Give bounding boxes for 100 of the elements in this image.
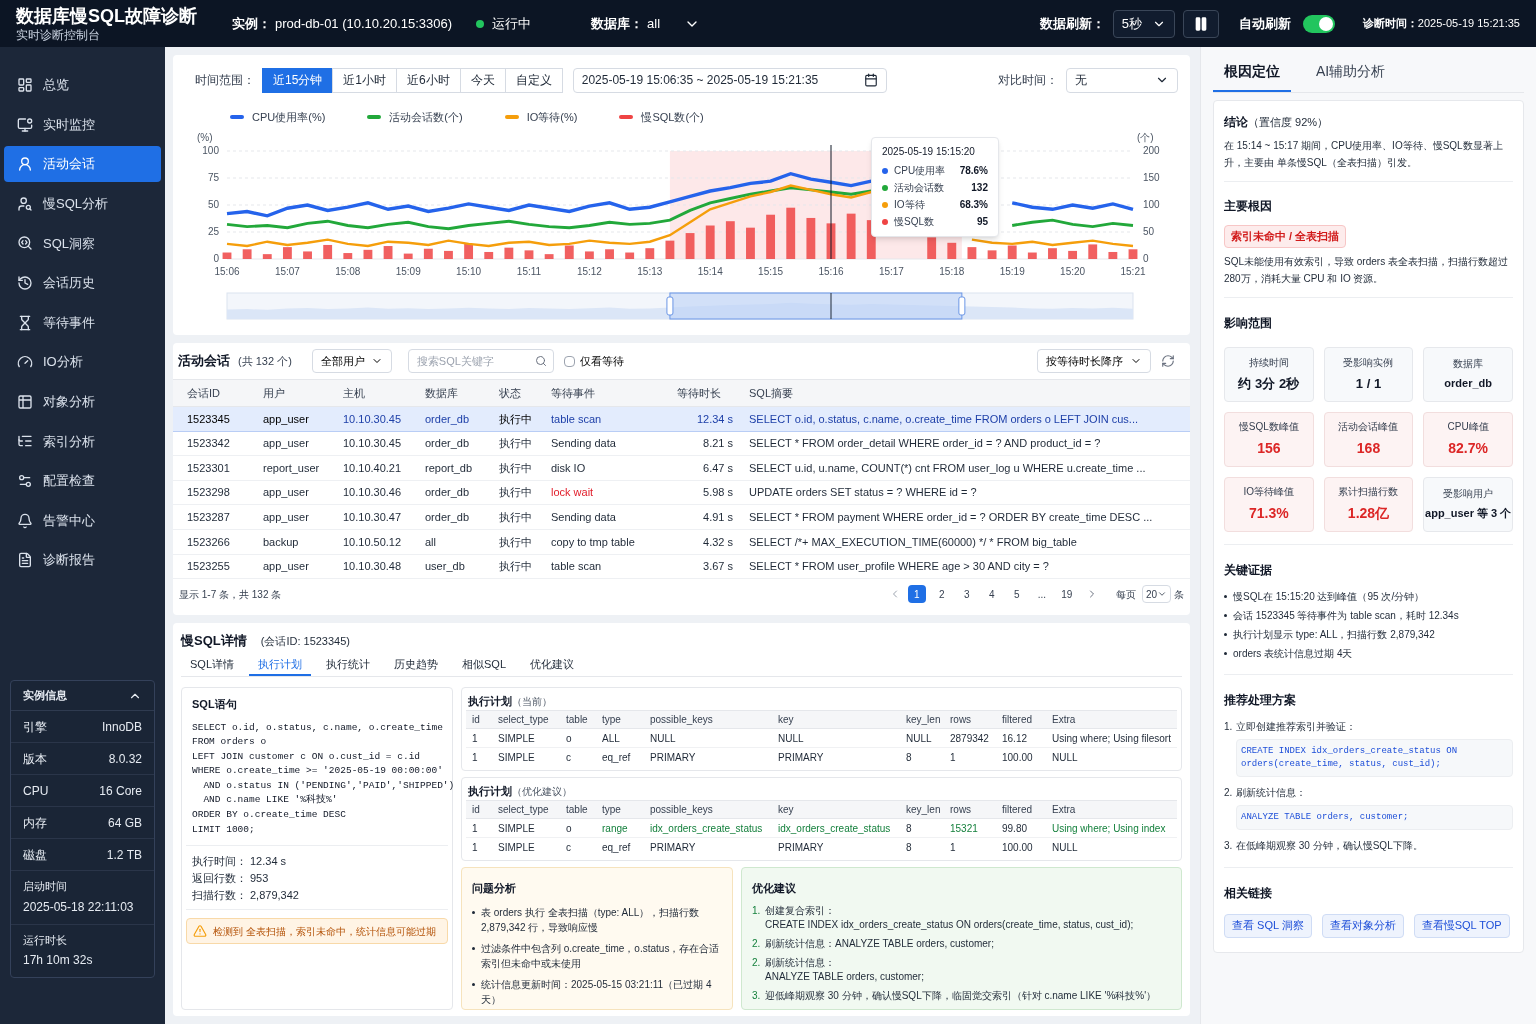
analysis-tab[interactable]: 根因定位 — [1213, 52, 1291, 92]
table-cell-text: PRIMARY — [650, 751, 697, 765]
database-select[interactable]: 数据库： all — [591, 13, 701, 34]
table-cell-text: 1523266 — [187, 534, 231, 550]
section-title: 关键证据 — [1224, 562, 1272, 577]
nav-item[interactable]: 活动会话 — [4, 146, 161, 183]
table-row[interactable]: 1523266 backup 10.10.50.12 all 执行中 copy to tmp table 4.32 s SELECT /*+ MAX_EXECUTION_TIME(60000) */ * FROM big_table — [173, 529, 1190, 555]
time-range-tab[interactable]: 今天 — [459, 67, 506, 93]
app-title: 数据库慢SQL故障诊断 — [16, 4, 198, 27]
info-label: 内存 — [23, 814, 47, 832]
related-link-button[interactable]: 查看对象分析 — [1321, 913, 1404, 938]
refresh-interval-select[interactable]: 5秒 — [1112, 9, 1175, 38]
page-button[interactable]: ... — [1032, 585, 1051, 604]
per-page-select[interactable]: 20 — [1141, 585, 1171, 604]
panel-title: 慢SQL详情 — [181, 632, 247, 651]
table-cell-text: app_user — [263, 411, 310, 427]
table-cell-text: 15321 — [950, 821, 979, 836]
step-text: 迎低峰期观察 30 分钟，确认慢SQL下降，临固觉交索引（针对 c.name LIKE '%科技%'） — [765, 989, 1157, 1003]
nav-item[interactable]: 等待事件 — [4, 304, 161, 341]
nav-item[interactable]: 配置检查 — [4, 462, 161, 499]
nav-item[interactable]: 慢SQL分析 — [4, 185, 161, 222]
table-row[interactable]: 1523255 app_user 10.10.30.48 user_db 执行中 table scan 3.67 s SELECT * FROM user_profile WHERE age > 30 AND city = ? — [173, 554, 1190, 580]
table-row[interactable]: 1523298 app_user 10.10.30.46 order_db 执行中 lock wait 5.98 s UPDATE orders SET status = ? WHERE id = ? — [173, 480, 1190, 506]
section-title: 推荐处理方案 — [1224, 692, 1296, 707]
detail-tab[interactable]: 优化建议 — [521, 654, 584, 676]
table-cell-text: 执行中 — [499, 460, 533, 476]
x-tick-label: 15:11 — [516, 266, 542, 277]
nav-item[interactable]: 会话历史 — [4, 264, 161, 301]
related-link-button[interactable]: 查看 SQL 洞察 — [1224, 913, 1312, 938]
table-cell-text: 10.10.50.12 — [343, 534, 403, 550]
step-number: 3. — [1224, 838, 1234, 853]
wait-only-checkbox[interactable]: 仅看等待 — [563, 352, 624, 370]
plan-title: 执行计划 — [468, 783, 512, 799]
page-button[interactable]: 1 — [907, 585, 926, 604]
table-cell-text: 100.00 — [1002, 751, 1034, 765]
page-button[interactable]: 5 — [1007, 585, 1026, 604]
analysis-text: 表 orders 执行 全表扫描（type: ALL），扫描行数 2,879,342 行，导致响应慢 — [481, 906, 701, 935]
legend-label: 慢SQL数(个) — [641, 109, 704, 125]
detail-tab[interactable]: 相似SQL — [453, 654, 516, 676]
nav-item[interactable]: 告警中心 — [4, 502, 161, 539]
page-button[interactable]: 2 — [932, 585, 951, 604]
evidence-text: 会话 1523345 等待事件为 table scan，耗时 12.34s — [1233, 608, 1459, 623]
tile-label: 数据库 — [1453, 357, 1484, 372]
analysis-tab[interactable]: AI辅助分析 — [1305, 52, 1397, 92]
table-row[interactable]: 1523342 app_user 10.10.30.45 order_db 执行中 Sending data 8.21 s SELECT * FROM order_detail WHERE order_id = ? AND product_id = ? — [173, 431, 1190, 457]
table-cell-text: NULL — [778, 731, 805, 746]
column-header: filtered — [1002, 803, 1033, 817]
table-cell-text: SELECT /*+ MAX_EXECUTION_TIME(60000) */ * FROM big_table — [749, 534, 1078, 550]
sql-search-field[interactable]: 搜索SQL关键字 — [407, 349, 554, 373]
step-number: 2. — [1224, 785, 1234, 800]
table-cell-text: disk IO — [551, 460, 587, 476]
table-cell-text: SELECT * FROM payment WHERE order_id = ? ORDER BY create_time DESC ... — [749, 509, 1154, 525]
nav-item[interactable]: 诊断报告 — [4, 542, 161, 579]
table-row[interactable]: 1523301 report_user 10.10.40.21 report_db 执行中 disk IO 6.47 s SELECT u.id, u.name, COUNT(*) cnt FROM user_log u WHERE u.create_time ... — [173, 456, 1190, 481]
table-row[interactable]: 1523345 app_user 10.10.30.45 order_db 执行中 table scan 12.34 s SELECT o.id, o.status, c.name, o.create_time FROM orders o LEFT JOIN cus... — [173, 407, 1190, 432]
compare-select[interactable]: 无 — [1066, 67, 1178, 93]
table-cell-text: 99.80 — [1002, 821, 1029, 836]
diagnosis-time: 2025-05-19 15:21:35 — [1417, 16, 1520, 32]
sql-code: SELECT o.id, o.status, c.name, o.create_time FROM orders o LEFT JOIN customer c ON o.cust_id = c.id WHERE o.create_time >= '2025-05-19 00:00:00' AND o.status IN ('PENDING','PAID','SHIPPED') AND c.name LIKE '%科技%' ORDER BY o.create_time DESC LIMIT 1000; — [191, 720, 452, 837]
tile-value: 82.7% — [1448, 439, 1488, 458]
step-text: 立即创建推荐索引并验证： — [1236, 719, 1356, 734]
time-range-tab[interactable]: 近15分钟 — [262, 67, 334, 93]
tile-label: IO等待峰值 — [1243, 485, 1295, 499]
column-header: key_len — [906, 713, 942, 727]
page-button[interactable]: 4 — [982, 585, 1001, 604]
detail-tab[interactable]: 执行统计 — [317, 654, 379, 676]
column-header: select_type — [498, 713, 550, 727]
nav-item[interactable]: 实时监控 — [4, 106, 161, 143]
sort-select[interactable]: 按等待时长降序 — [1037, 349, 1151, 373]
related-link-button[interactable]: 查看慢SQL TOP — [1413, 913, 1510, 938]
table-cell-text: idx_orders_create_status — [650, 821, 764, 836]
nav-item[interactable]: 索引分析 — [4, 423, 161, 460]
column-header: 主机 — [343, 385, 366, 401]
x-tick-label: 15:21 — [1120, 266, 1146, 277]
time-range-tab[interactable]: 近1小时 — [332, 67, 398, 93]
instance-name: prod-db-01 (10.10.20.15:3306) — [275, 14, 453, 33]
detail-tab[interactable]: 执行计划 — [249, 654, 311, 676]
stat-label: 扫描行数： — [192, 887, 248, 903]
diagnosis-time-label: 诊断时间： — [1362, 16, 1418, 32]
table-cell-text: report_user — [263, 460, 321, 476]
user-filter-select[interactable]: 全部用户 — [311, 349, 392, 373]
nav-item[interactable]: 总览 — [4, 67, 161, 103]
nav-item[interactable]: IO分析 — [4, 344, 161, 381]
info-value: 1.2 TB — [106, 846, 142, 864]
detail-tab[interactable]: 历史趋势 — [385, 654, 447, 676]
date-range-field[interactable]: 2025-05-19 15:06:35 ~ 2025-05-19 15:21:35 — [572, 67, 887, 93]
nav-item[interactable]: 对象分析 — [4, 383, 161, 420]
time-range-tab[interactable]: 近6小时 — [396, 67, 461, 93]
instance-info-header[interactable]: 实例信息 — [11, 681, 154, 711]
page-button[interactable]: 19 — [1057, 585, 1076, 604]
analysis-text: 过滤条件中包含列 o.create_time，o.status，存在合适索引但未命中或未使用 — [481, 942, 721, 971]
table-row[interactable]: 1523287 app_user 10.10.30.47 order_db 执行中 Sending data 4.91 s SELECT * FROM payment WHERE order_id = ? ORDER BY create_time DESC ... — [173, 505, 1190, 530]
table-cell-text: user_db — [425, 559, 466, 575]
y-tick-label: 200 — [1143, 145, 1160, 156]
nav-item[interactable]: SQL洞察 — [4, 225, 161, 262]
column-header: 状态 — [499, 385, 522, 401]
page-button[interactable]: 3 — [957, 585, 976, 604]
tile-value: 156 — [1257, 439, 1281, 458]
time-range-tab[interactable]: 自定义 — [504, 67, 563, 93]
detail-tab[interactable]: SQL详情 — [181, 654, 243, 676]
